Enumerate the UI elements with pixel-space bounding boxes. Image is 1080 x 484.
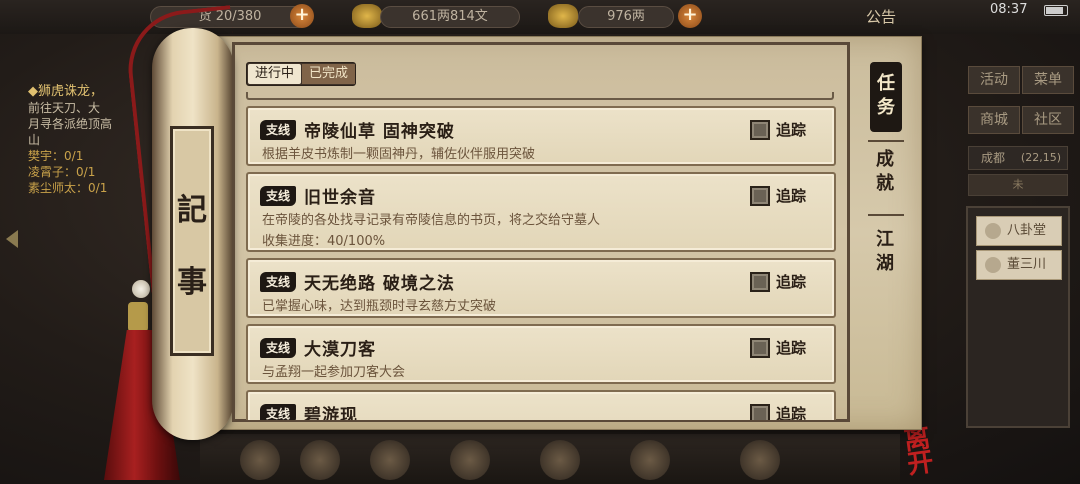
gold-counter: 976两 <box>578 6 674 28</box>
shop-button[interactable]: 商城 <box>968 106 1020 134</box>
quest-type-badge: 支线 <box>260 120 296 140</box>
bottom-menu-icon[interactable] <box>240 440 280 480</box>
quest-type-badge: 支线 <box>260 338 296 358</box>
city-name: 成都 <box>981 151 1006 165</box>
leave-button[interactable]: 离开 <box>902 423 962 482</box>
status-clock: 08:37 <box>990 2 1028 17</box>
quest-card[interactable]: 支线 天无绝路 破境之法 已掌握心味，达到瓶颈时寻玄慈方丈突破 追踪 <box>246 258 836 318</box>
track-toggle[interactable]: 追踪 <box>750 185 822 207</box>
track-toggle[interactable]: 追踪 <box>750 403 822 420</box>
track-label: 追踪 <box>776 273 807 291</box>
quest-title: 碧游现 <box>304 406 358 420</box>
track-label: 追踪 <box>776 187 807 205</box>
track-checkbox[interactable] <box>750 404 770 420</box>
quest-card[interactable]: 支线 碧游现 追踪 <box>246 390 836 420</box>
tab-divider <box>868 214 904 216</box>
track-checkbox[interactable] <box>750 120 770 140</box>
track-checkbox[interactable] <box>750 272 770 292</box>
track-toggle[interactable]: 追踪 <box>750 271 822 293</box>
npc-item[interactable]: 董三川 <box>976 250 1062 280</box>
battery-icon <box>1044 5 1068 16</box>
compass-bar: 未 <box>968 174 1068 196</box>
activity-button[interactable]: 活动 <box>968 66 1020 94</box>
quest-title: 大漠刀客 <box>304 340 376 360</box>
track-label: 追踪 <box>776 121 807 139</box>
quest-title: 帝陵仙草 固神突破 <box>304 122 455 142</box>
list-top-edge <box>246 92 834 100</box>
tracked-quest-counter: 素尘师太：0/1 <box>28 181 108 195</box>
quest-progress: 收集进度：40/100% <box>262 234 386 249</box>
tab-divider <box>868 140 904 142</box>
gold-ingot-icon <box>548 4 578 28</box>
scroll-title-char: 事 <box>177 265 207 300</box>
quest-type-badge: 支线 <box>260 272 296 292</box>
quest-title: 旧世余音 <box>304 188 376 208</box>
quest-description: 与孟翔一起参加刀客大会 <box>262 365 406 380</box>
bottom-action-bar <box>200 434 900 484</box>
quest-type-badge: 支线 <box>260 186 296 206</box>
bottom-menu-icon[interactable] <box>300 440 340 480</box>
category-tabs: 任务 成就 江湖 <box>860 56 910 296</box>
npc-icon <box>985 257 1001 273</box>
tassel-bead <box>132 280 150 298</box>
bottom-menu-icon[interactable] <box>370 440 410 480</box>
tab-tasks[interactable]: 任务 <box>870 62 902 132</box>
bottom-menu-icon[interactable] <box>630 440 670 480</box>
add-gold-button[interactable]: + <box>678 4 702 28</box>
money-counter: 661两814文 <box>380 6 520 28</box>
track-label: 追踪 <box>776 405 807 420</box>
quest-card[interactable]: 支线 帝陵仙草 固神突破 根据羊皮书炼制一颗固神丹，辅佐伙伴服用突破 追踪 <box>246 106 836 166</box>
quest-filter-toggle: 进行中 已完成 <box>246 62 356 86</box>
bottom-menu-icon[interactable] <box>450 440 490 480</box>
tab-jianghu[interactable]: 江湖 <box>860 228 910 276</box>
tassel-knot <box>128 302 148 332</box>
track-checkbox[interactable] <box>750 186 770 206</box>
track-toggle[interactable]: 追踪 <box>750 337 822 359</box>
quest-type-badge: 支线 <box>260 404 296 420</box>
city-coords: (22,15) <box>1020 151 1061 164</box>
quest-description: 在帝陵的各处找寻记录有帝陵信息的书页，将之交给守墓人 收集进度：40/100% <box>262 210 600 252</box>
collapse-panel-arrow-icon[interactable] <box>6 230 18 248</box>
quest-title: 天无绝路 破境之法 <box>304 274 455 294</box>
quest-description: 根据羊皮书炼制一颗固神丹，辅佐伙伴服用突破 <box>262 147 536 162</box>
quest-list[interactable]: 支线 帝陵仙草 固神突破 根据羊皮书炼制一颗固神丹，辅佐伙伴服用突破 追踪 支线… <box>246 102 836 420</box>
announcement-button[interactable]: 公告 <box>866 6 896 27</box>
community-button[interactable]: 社区 <box>1022 106 1074 134</box>
bottom-menu-icon[interactable] <box>540 440 580 480</box>
menu-button[interactable]: 菜单 <box>1022 66 1074 94</box>
bottom-menu-icon[interactable] <box>740 440 780 480</box>
quest-description: 已掌握心味，达到瓶颈时寻玄慈方丈突破 <box>262 299 497 314</box>
copper-coin-icon <box>352 4 382 28</box>
scroll-title-char: 記 <box>177 193 207 228</box>
npc-icon <box>985 223 1001 239</box>
quest-card[interactable]: 支线 旧世余音 在帝陵的各处找寻记录有帝陵信息的书页，将之交给守墓人 收集进度：… <box>246 172 836 252</box>
quest-card[interactable]: 支线 大漠刀客 与孟翔一起参加刀客大会 追踪 <box>246 324 836 384</box>
npc-list-panel: 八卦堂 董三川 <box>966 206 1070 428</box>
add-stock-button[interactable]: + <box>290 4 314 28</box>
track-label: 追踪 <box>776 339 807 357</box>
location-bar[interactable]: 成都 (22,15) <box>968 146 1068 170</box>
track-checkbox[interactable] <box>750 338 770 358</box>
tab-ongoing[interactable]: 进行中 <box>248 64 301 84</box>
track-toggle[interactable]: 追踪 <box>750 119 822 141</box>
npc-item[interactable]: 八卦堂 <box>976 216 1062 246</box>
tab-completed[interactable]: 已完成 <box>302 64 355 84</box>
scroll-title-plaque: 記 事 <box>170 126 214 356</box>
tab-achievements[interactable]: 成就 <box>860 148 910 196</box>
